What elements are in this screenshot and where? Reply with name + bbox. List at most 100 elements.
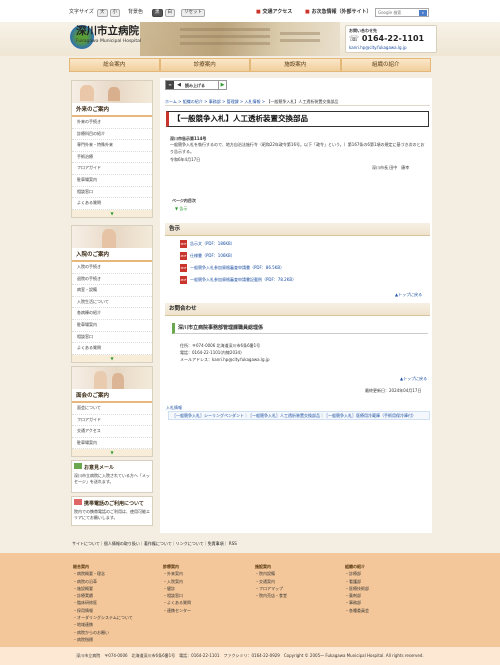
- footer-link[interactable]: ・採用情報: [73, 607, 161, 614]
- footer-link[interactable]: ・各種委員会: [345, 607, 433, 614]
- footer-link[interactable]: ・交通案内: [255, 578, 343, 585]
- reset-button[interactable]: リセット: [181, 9, 205, 17]
- crumb-home[interactable]: ホーム: [165, 99, 177, 104]
- footer-link[interactable]: ・連携センター: [163, 607, 251, 614]
- footer-link[interactable]: ・施設概要: [73, 585, 161, 592]
- crumb-admin[interactable]: 事務部: [209, 99, 221, 104]
- sidebar-item[interactable]: フロアガイド: [72, 163, 152, 175]
- outpatient-title[interactable]: 外来のご案内: [72, 103, 152, 117]
- attachment-item[interactable]: PDF 告示文（PDF：186KB）: [180, 240, 420, 252]
- footer-link[interactable]: ・よくある質問: [163, 599, 251, 606]
- sidebar-item[interactable]: 相談窓口: [72, 187, 152, 199]
- footer-link[interactable]: ・薬剤部: [345, 592, 433, 599]
- footer-link[interactable]: ・病院概要・理念: [73, 570, 161, 577]
- hospital-building-image: [140, 22, 340, 56]
- font-large-button[interactable]: 大: [97, 9, 108, 17]
- bg-black-button[interactable]: 黒: [152, 9, 163, 17]
- crumb-organization[interactable]: 組織の紹介: [183, 99, 203, 104]
- sidebar-item[interactable]: 外来の手続き: [72, 117, 152, 129]
- nav-organization[interactable]: 組織の紹介: [340, 58, 431, 72]
- sidebar-item[interactable]: フロアガイド: [72, 415, 152, 427]
- attachment-item[interactable]: PDF 一般競争入札参加資格審査申請書（PDF：86.5KB）: [180, 264, 420, 276]
- urgent-info-link[interactable]: ■ お次急情報（外部サイト）: [305, 9, 372, 15]
- page-index-link[interactable]: ▼ 告示: [175, 206, 187, 211]
- sidebar-item[interactable]: 手術治療: [72, 152, 152, 164]
- read-aloud-button[interactable]: 読み上げる: [185, 83, 205, 88]
- nav-medical[interactable]: 診療案内: [159, 58, 250, 72]
- attachment-list: PDF 告示文（PDF：186KB） PDF 仕様書（PDF：106KB） PDF 一…: [180, 240, 420, 288]
- footer-link[interactable]: ・入院案内: [163, 578, 251, 585]
- site-title[interactable]: 深川市立病院: [76, 24, 139, 38]
- nav-general[interactable]: 総合案内: [69, 58, 160, 72]
- search-input[interactable]: Google 検索: [378, 10, 401, 15]
- related-bid-link[interactable]: 入札情報: [166, 405, 182, 410]
- visit-title[interactable]: 面会のご案内: [72, 389, 152, 403]
- crumb-management[interactable]: 管理課: [227, 99, 239, 104]
- sidebar-item[interactable]: よくある質問: [72, 198, 152, 210]
- sidebar-item[interactable]: 診療科目の紹介: [72, 129, 152, 141]
- footer-link[interactable]: ・看護部: [345, 578, 433, 585]
- sidebar-item[interactable]: 病室・設備: [72, 285, 152, 297]
- sidebar-item[interactable]: よくある質問: [72, 343, 152, 355]
- footer-link[interactable]: ・病院の沿革: [73, 578, 161, 585]
- footer-link[interactable]: ・健診: [163, 585, 251, 592]
- font-small-button[interactable]: 小: [109, 9, 120, 17]
- footer-link[interactable]: ・相談窓口: [163, 592, 251, 599]
- footer-link[interactable]: ・事務部: [345, 599, 433, 606]
- site-subtitle: Fukagawa Municipal Hospital: [76, 39, 142, 44]
- nav-facility[interactable]: 施設案内: [250, 58, 341, 72]
- footer-link[interactable]: ・フロアマップ: [255, 585, 343, 592]
- footer-link[interactable]: ・外来案内: [163, 570, 251, 577]
- phone-icon: ☏: [349, 34, 360, 43]
- notice-section-header: 告示: [165, 223, 430, 236]
- footer-link[interactable]: ・病院からのお願い: [73, 629, 161, 636]
- sidebar-item[interactable]: 面会について: [72, 403, 152, 415]
- footer-col-title[interactable]: 組織の紹介: [345, 563, 433, 570]
- menu-icon[interactable]: ≡: [166, 81, 174, 89]
- sidebar-item[interactable]: 駐車場案内: [72, 438, 152, 450]
- sidebar-item[interactable]: 入院の手続き: [72, 262, 152, 274]
- related-links[interactable]: ［一般競争入札］シーリングペンダント｜［一般競争入札］人工透析装置交換部品｜［一…: [168, 411, 430, 420]
- attachment-item[interactable]: PDF 仕様書（PDF：106KB）: [180, 252, 420, 264]
- sidebar-item[interactable]: 相談窓口: [72, 332, 152, 344]
- contact-phone: 電話：0164-22-1101(内線2034): [180, 350, 242, 355]
- access-link[interactable]: ■ 交通アクセス: [256, 9, 292, 15]
- back-to-top-link[interactable]: ▲トップに戻る: [395, 292, 422, 297]
- footer-col-title[interactable]: 診療案内: [163, 563, 251, 570]
- footer-link[interactable]: ・医療技術部: [345, 585, 433, 592]
- sidebar-item[interactable]: 駐車場案内: [72, 175, 152, 187]
- sidebar-item[interactable]: 入院生活について: [72, 297, 152, 309]
- sidebar-item[interactable]: 駐車場案内: [72, 320, 152, 332]
- footer-col-title[interactable]: 総合案内: [73, 563, 161, 570]
- footer-links[interactable]: サイトについて｜個人情報の取り扱い｜著作権について｜リンクについて｜免責事項｜ …: [72, 541, 372, 547]
- footer-col-medical: 診療案内 ・外来案内 ・入院案内 ・健診 ・相談窓口 ・よくある質問 ・連携セン…: [163, 563, 251, 614]
- pdf-icon: PDF: [180, 264, 187, 272]
- footer-link[interactable]: ・オーダリングシステムについて: [73, 614, 161, 621]
- sidebar-item[interactable]: 交通アクセス: [72, 426, 152, 438]
- mobile-phone-icon: [74, 499, 82, 505]
- opinion-mail-box[interactable]: お意見メール 深川市立病院に入院されている方へ「メッセージ」を送れます。: [71, 460, 153, 493]
- footer-link[interactable]: ・診療部: [345, 570, 433, 577]
- contact-email[interactable]: kanri.hp@city.fukagawa.lg.jp: [349, 45, 406, 50]
- footer-link[interactable]: ・院内売店・食堂: [255, 592, 343, 599]
- more-icon: ▼: [72, 449, 152, 457]
- crumb-bid[interactable]: 入札情報: [245, 99, 261, 104]
- sidebar-item[interactable]: 各病棟の紹介: [72, 308, 152, 320]
- play-icon[interactable]: ▶: [218, 81, 226, 89]
- attachment-item[interactable]: PDF 一般競争入札参加資格審査申請書記載例（PDF：78.2KB）: [180, 276, 420, 288]
- footer-link[interactable]: ・院内設備: [255, 570, 343, 577]
- footer-link[interactable]: ・診療実績: [73, 592, 161, 599]
- bg-white-button[interactable]: 白: [164, 9, 175, 17]
- speaker-icon[interactable]: ◀: [175, 81, 183, 89]
- footer-link[interactable]: ・病院指標: [73, 636, 161, 643]
- footer-link[interactable]: ・地域連携: [73, 621, 161, 628]
- footer-col-title[interactable]: 施設案内: [255, 563, 343, 570]
- contact-mail[interactable]: メールアドレス：kanri.hp@city.fukagawa.lg.jp: [180, 357, 269, 362]
- sidebar-item[interactable]: 退院の手続き: [72, 274, 152, 286]
- search-icon[interactable]: ⌕: [419, 10, 427, 16]
- sidebar-item[interactable]: 専門外来・特殊外来: [72, 140, 152, 152]
- inpatient-title[interactable]: 入院のご案内: [72, 248, 152, 262]
- back-to-top-link[interactable]: ▲トップに戻る: [400, 376, 427, 381]
- footer-link[interactable]: ・臨床研修医: [73, 599, 161, 606]
- phone-number: ☏ 0164-22-1101: [349, 34, 425, 43]
